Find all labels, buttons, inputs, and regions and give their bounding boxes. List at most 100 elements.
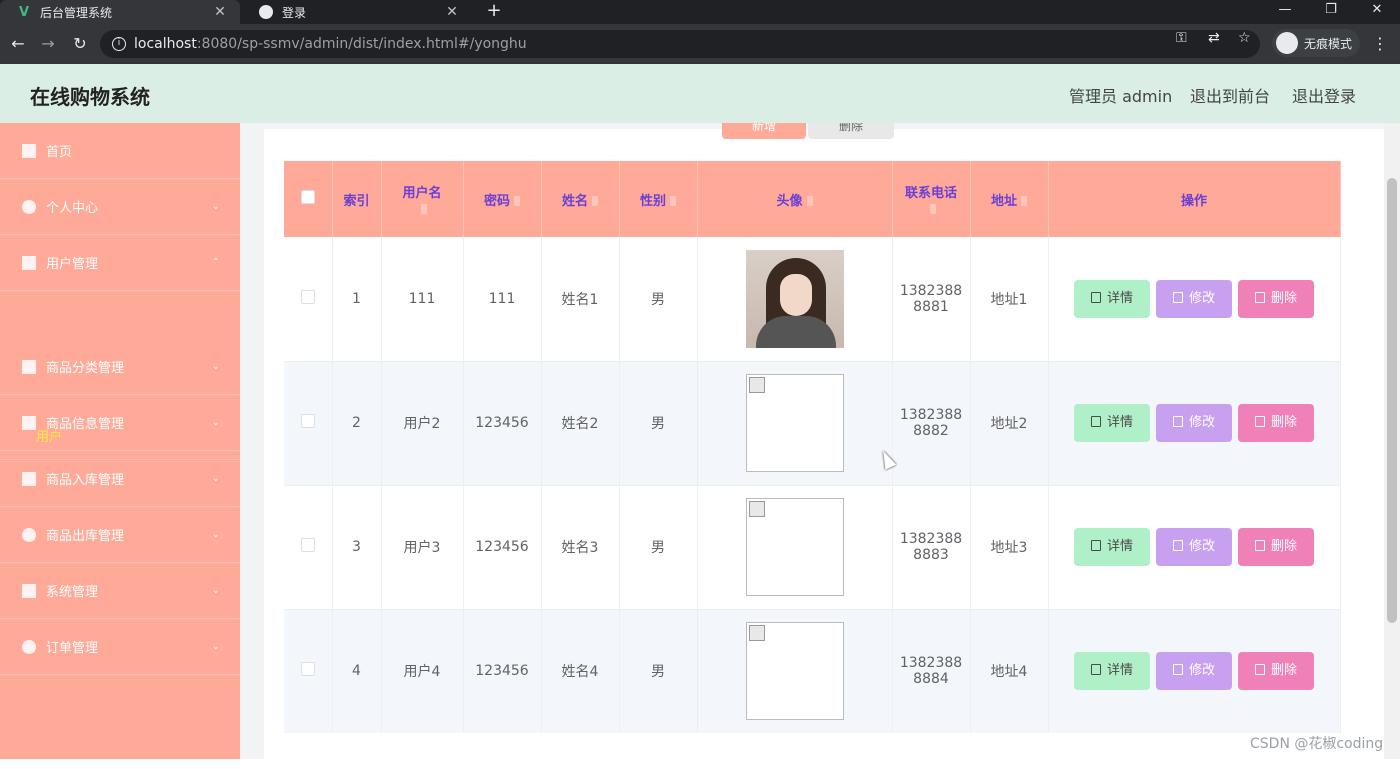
row-select-cell[interactable] (284, 609, 333, 734)
column-header[interactable]: 性别 (619, 161, 698, 237)
video-icon (22, 471, 36, 486)
sort-icon[interactable] (1021, 196, 1027, 206)
sidebar-item-orders[interactable]: 订单管理 ⌄ (0, 619, 240, 675)
sidebar-item-home[interactable]: 首页 (0, 123, 240, 179)
sidebar: 首页 个人中心 ⌄ 用户管理 ⌃ 用户 商品分类管理 ⌄ 商品信息管理 ⌄ 商品… (0, 123, 240, 759)
edit-icon (1172, 540, 1183, 551)
detail-button[interactable]: 详情 (1074, 279, 1150, 318)
edit-button[interactable]: 修改 (1156, 528, 1232, 566)
sort-icon[interactable] (670, 196, 676, 206)
row-checkbox[interactable] (300, 538, 315, 552)
detail-button[interactable]: 详情 (1074, 652, 1150, 690)
sidebar-item-stock-out[interactable]: 商品出库管理 ⌄ (0, 507, 240, 563)
edit-icon (1172, 664, 1183, 675)
url-input[interactable]: i localhost:8080/sp-ssmv/admin/dist/inde… (100, 30, 1260, 58)
sidebar-item-label: 商品信息管理 (46, 417, 125, 432)
exit-to-front-link[interactable]: 退出到前台 (1190, 83, 1270, 107)
incognito-badge[interactable]: 无痕模式 (1272, 29, 1360, 57)
sidebar-item-users[interactable]: 用户管理 ⌃ (0, 235, 240, 291)
column-header: 索引 (332, 161, 382, 237)
row-checkbox[interactable] (300, 289, 315, 304)
restore-button[interactable]: ❐ (1308, 0, 1354, 24)
avatar-cell (697, 237, 893, 362)
row-select-cell[interactable] (284, 485, 333, 610)
key-icon[interactable]: ⚿ (1176, 30, 1187, 46)
back-arrow-icon[interactable]: ← (8, 34, 28, 54)
chevron-down-icon: ⌄ (211, 641, 220, 652)
minimize-button[interactable]: — (1262, 0, 1308, 24)
edit-button[interactable]: 修改 (1156, 279, 1232, 318)
password-cell: 123456 (463, 361, 542, 486)
batch-delete-button[interactable]: 删除 (808, 123, 894, 139)
column-header[interactable]: 联系电话 (892, 161, 971, 237)
detail-button[interactable]: 详情 (1074, 404, 1150, 442)
translate-icon[interactable]: ⇄ (1208, 30, 1220, 46)
menu-dots-icon[interactable]: ⋮ (1372, 34, 1388, 53)
column-header[interactable]: 地址 (970, 161, 1049, 237)
sidebar-item-category[interactable]: 商品分类管理 ⌄ (0, 339, 240, 395)
broken-image-icon (745, 498, 844, 596)
delete-button[interactable]: 删除 (1238, 652, 1314, 690)
incognito-icon (1276, 32, 1298, 54)
row-checkbox[interactable] (300, 662, 315, 676)
delete-button[interactable]: 删除 (1238, 279, 1314, 318)
incognito-label: 无痕模式 (1304, 36, 1353, 51)
column-header[interactable]: 用户名 (381, 161, 464, 237)
sidebar-item-profile[interactable]: 个人中心 ⌄ (0, 179, 240, 235)
browser-tab-login[interactable]: 登录 ✕ (242, 0, 472, 24)
sort-icon[interactable] (514, 196, 520, 206)
column-header[interactable]: 密码 (463, 161, 542, 237)
globe-icon (258, 4, 274, 20)
new-tab-button[interactable]: + (482, 0, 506, 24)
browser-tab-admin[interactable]: V 后台管理系统 ✕ (0, 0, 240, 24)
name-cell: 姓名3 (541, 485, 620, 610)
edit-button[interactable]: 修改 (1156, 652, 1232, 690)
trash-icon (1254, 416, 1265, 427)
logout-link[interactable]: 退出登录 (1292, 83, 1356, 107)
avatar-cell (697, 361, 893, 486)
detail-button[interactable]: 详情 (1074, 528, 1150, 566)
sort-icon[interactable] (806, 196, 813, 206)
forward-arrow-icon[interactable]: → (38, 34, 58, 54)
sort-icon[interactable] (930, 203, 936, 214)
password-cell: 111 (463, 237, 542, 362)
avatar-image (745, 249, 844, 348)
index-cell: 2 (332, 361, 382, 486)
column-header[interactable]: 头像 (697, 161, 893, 237)
avatar-cell (697, 609, 893, 734)
column-header[interactable]: 姓名 (541, 161, 620, 237)
close-icon[interactable]: ✕ (442, 4, 462, 20)
sort-icon[interactable] (592, 196, 598, 206)
address-cell: 地址2 (970, 361, 1049, 486)
sidebar-item-product-info[interactable]: 商品信息管理 ⌄ (0, 395, 240, 451)
info-icon[interactable]: i (112, 37, 126, 51)
scrollbar-thumb[interactable] (1387, 178, 1397, 623)
delete-button[interactable]: 删除 (1238, 528, 1314, 566)
close-window-button[interactable]: ✕ (1354, 0, 1400, 24)
row-checkbox[interactable] (300, 414, 315, 428)
table-row: 3 用户3 123456 姓名3 男 1382388 8883 地址3 详情 修改删… (284, 485, 1341, 610)
add-button[interactable]: 新增 (722, 123, 806, 139)
phone-cell: 1382388 8884 (892, 609, 971, 734)
reload-icon[interactable]: ↻ (70, 34, 90, 54)
row-select-cell[interactable] (284, 237, 333, 362)
sidebar-item-system[interactable]: 系统管理 ⌄ (0, 563, 240, 619)
delete-button[interactable]: 删除 (1238, 404, 1314, 442)
select-all-checkbox[interactable] (300, 190, 315, 204)
edit-button[interactable]: 修改 (1156, 404, 1232, 442)
index-cell: 1 (332, 237, 382, 362)
page-scrollbar[interactable] (1384, 123, 1400, 759)
edit-icon (1172, 416, 1183, 427)
app-header: 在线购物系统 管理员 admin 退出到前台 退出登录 (0, 64, 1400, 123)
gender-cell: 男 (619, 609, 698, 734)
row-select-cell[interactable] (284, 361, 333, 486)
chevron-down-icon: ⌄ (211, 585, 220, 596)
sort-icon[interactable] (421, 203, 427, 214)
star-icon[interactable]: ☆ (1238, 30, 1251, 46)
table-row: 2 用户2 123456 姓名2 男 1382388 8882 地址2 详情 修改删… (284, 361, 1341, 486)
sidebar-item-stock-in[interactable]: 商品入库管理 ⌄ (0, 451, 240, 507)
table-header-row: 索引 用户名 密码 姓名 性别 头像 联系电话 地址 操作 (284, 161, 1341, 237)
name-cell: 姓名4 (541, 609, 620, 734)
close-icon[interactable]: ✕ (210, 4, 230, 20)
select-all-header[interactable] (284, 161, 333, 237)
